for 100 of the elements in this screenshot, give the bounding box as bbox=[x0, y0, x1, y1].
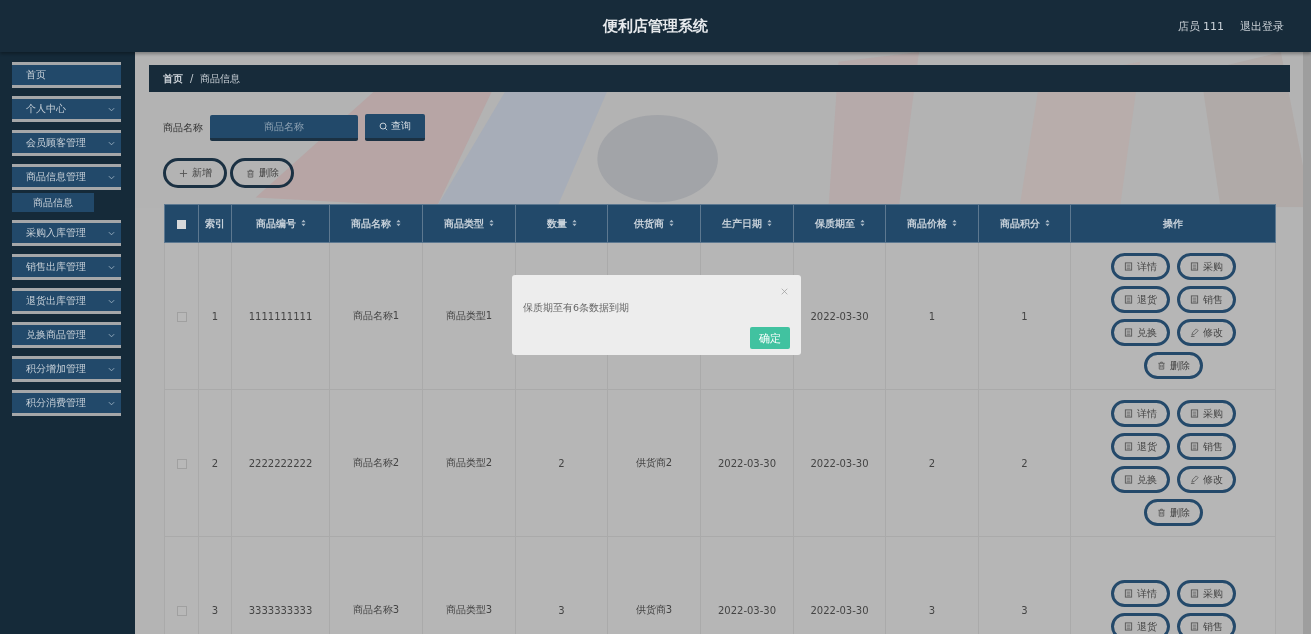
column-header: 操作 bbox=[1070, 204, 1276, 243]
table-cell: 2022-03-30 bbox=[717, 604, 777, 616]
column-header[interactable]: 商品编号 bbox=[231, 204, 330, 243]
chevron-icon bbox=[108, 366, 115, 372]
table-cell: 商品名称3 bbox=[352, 604, 400, 615]
trash-icon bbox=[1156, 361, 1166, 370]
table-cell: 供货商2 bbox=[635, 457, 673, 468]
sort-icon bbox=[300, 218, 306, 227]
sort-icon bbox=[859, 218, 865, 227]
action-button[interactable]: 采购 bbox=[1176, 400, 1236, 427]
menu-item[interactable]: 兑换商品管理 bbox=[12, 322, 121, 348]
action-button[interactable]: 退货 bbox=[1110, 286, 1170, 313]
action-button[interactable]: 删除 bbox=[1143, 499, 1203, 526]
column-header[interactable]: 数量 bbox=[515, 204, 608, 243]
table-cell: 3 bbox=[558, 604, 565, 616]
table-cell: 2 bbox=[211, 457, 219, 469]
checkbox[interactable] bbox=[177, 219, 186, 229]
search-button[interactable]: 查询 bbox=[365, 114, 425, 141]
document-icon bbox=[1123, 622, 1133, 631]
action-button[interactable]: 修改 bbox=[1176, 466, 1236, 493]
chevron-icon bbox=[108, 230, 115, 236]
table-cell: 3 bbox=[1021, 604, 1028, 616]
table-cell: 商品类型1 bbox=[445, 310, 493, 321]
document-icon bbox=[1189, 409, 1199, 418]
sort-icon bbox=[489, 218, 494, 227]
checkbox[interactable] bbox=[176, 311, 187, 322]
menu-item[interactable]: 退货出库管理 bbox=[12, 288, 121, 314]
pencil-icon bbox=[1189, 475, 1199, 484]
close-icon[interactable] bbox=[781, 288, 788, 295]
action-button[interactable]: 退货 bbox=[1110, 613, 1170, 634]
column-header[interactable]: 生产日期 bbox=[700, 204, 794, 243]
submenu-item[interactable]: 商品信息 bbox=[12, 193, 94, 212]
chevron-icon bbox=[108, 332, 115, 338]
chevron-icon bbox=[108, 174, 115, 180]
search-field[interactable]: 商品名称 bbox=[210, 114, 358, 141]
search-icon bbox=[379, 121, 388, 131]
table-cell: 商品名称2 bbox=[352, 457, 400, 468]
document-icon bbox=[1189, 622, 1199, 631]
document-icon bbox=[1123, 475, 1133, 484]
table-cell: 2 bbox=[1021, 457, 1028, 469]
menu-item[interactable]: 积分消费管理 bbox=[12, 390, 121, 416]
menu-item[interactable]: 会员顾客管理 bbox=[12, 130, 121, 156]
document-icon bbox=[1189, 295, 1199, 304]
action-button[interactable]: 销售 bbox=[1176, 613, 1236, 634]
table-cell: 2222222222 bbox=[248, 457, 313, 469]
action-button[interactable]: 详情 bbox=[1110, 580, 1170, 607]
field-label: 商品名称 bbox=[163, 120, 203, 135]
menu-item[interactable]: 个人中心 bbox=[12, 96, 121, 122]
sort-icon bbox=[669, 218, 674, 227]
action-button[interactable]: 兑换 bbox=[1110, 319, 1170, 346]
menu-item[interactable]: 商品信息管理 bbox=[12, 164, 121, 190]
chevron-icon bbox=[108, 106, 115, 112]
menu-item[interactable]: 首页 bbox=[12, 62, 121, 88]
action-button[interactable]: 销售 bbox=[1176, 433, 1236, 460]
menu-item[interactable]: 积分增加管理 bbox=[12, 356, 121, 382]
table-cell: 商品名称1 bbox=[352, 310, 400, 321]
logout-link[interactable]: 退出登录 bbox=[1240, 18, 1284, 34]
app-title: 便利店管理系统 bbox=[603, 16, 708, 36]
dialog-message: 保质期至有6条数据到期 bbox=[523, 302, 630, 315]
user-name: 店员 111 bbox=[1177, 18, 1224, 34]
column-header: 索引 bbox=[198, 204, 232, 243]
table-cell: 3 bbox=[928, 604, 936, 616]
menu-item[interactable]: 采购入库管理 bbox=[12, 220, 121, 246]
table-cell: 2 bbox=[558, 457, 565, 469]
breadcrumb-item[interactable]: 首页 bbox=[163, 71, 183, 86]
menu-item[interactable]: 销售出库管理 bbox=[12, 254, 121, 280]
action-button[interactable]: 删除 bbox=[1143, 352, 1203, 379]
action-button[interactable]: 详情 bbox=[1110, 253, 1170, 280]
scrollbar[interactable] bbox=[1303, 52, 1311, 634]
breadcrumb-item[interactable]: 商品信息 bbox=[200, 71, 241, 86]
action-button[interactable]: 兑换 bbox=[1110, 466, 1170, 493]
checkbox[interactable] bbox=[176, 605, 187, 616]
trash-icon bbox=[1156, 508, 1166, 517]
column-header[interactable]: 商品积分 bbox=[978, 204, 1071, 243]
column-header[interactable]: 商品价格 bbox=[885, 204, 979, 243]
action-button[interactable]: 销售 bbox=[1176, 286, 1236, 313]
table-cell: 1 bbox=[1021, 310, 1028, 322]
column-header[interactable]: 商品名称 bbox=[329, 204, 423, 243]
delete-button[interactable]: 删除 bbox=[230, 158, 294, 188]
chevron-icon bbox=[108, 264, 115, 270]
chevron-icon bbox=[108, 298, 115, 304]
action-button[interactable]: 修改 bbox=[1176, 319, 1236, 346]
chevron-icon bbox=[108, 140, 115, 146]
add-button[interactable]: 新增 bbox=[163, 158, 227, 188]
table-cell: 1111111111 bbox=[248, 310, 313, 322]
table-cell: 商品类型3 bbox=[445, 604, 493, 615]
table-cell: 商品类型2 bbox=[445, 457, 493, 468]
table-cell: 2022-03-30 bbox=[717, 457, 777, 469]
column-header[interactable]: 供货商 bbox=[607, 204, 701, 243]
action-button[interactable]: 详情 bbox=[1110, 400, 1170, 427]
action-button[interactable]: 采购 bbox=[1176, 580, 1236, 607]
table-cell: 2 bbox=[928, 457, 936, 469]
column-header[interactable]: 商品类型 bbox=[422, 204, 516, 243]
document-icon bbox=[1123, 262, 1133, 271]
action-button[interactable]: 退货 bbox=[1110, 433, 1170, 460]
column-header[interactable]: 保质期至 bbox=[793, 204, 886, 243]
trash-icon bbox=[245, 168, 255, 178]
checkbox[interactable] bbox=[176, 458, 187, 469]
plus-icon bbox=[178, 168, 188, 178]
action-button[interactable]: 采购 bbox=[1176, 253, 1236, 280]
